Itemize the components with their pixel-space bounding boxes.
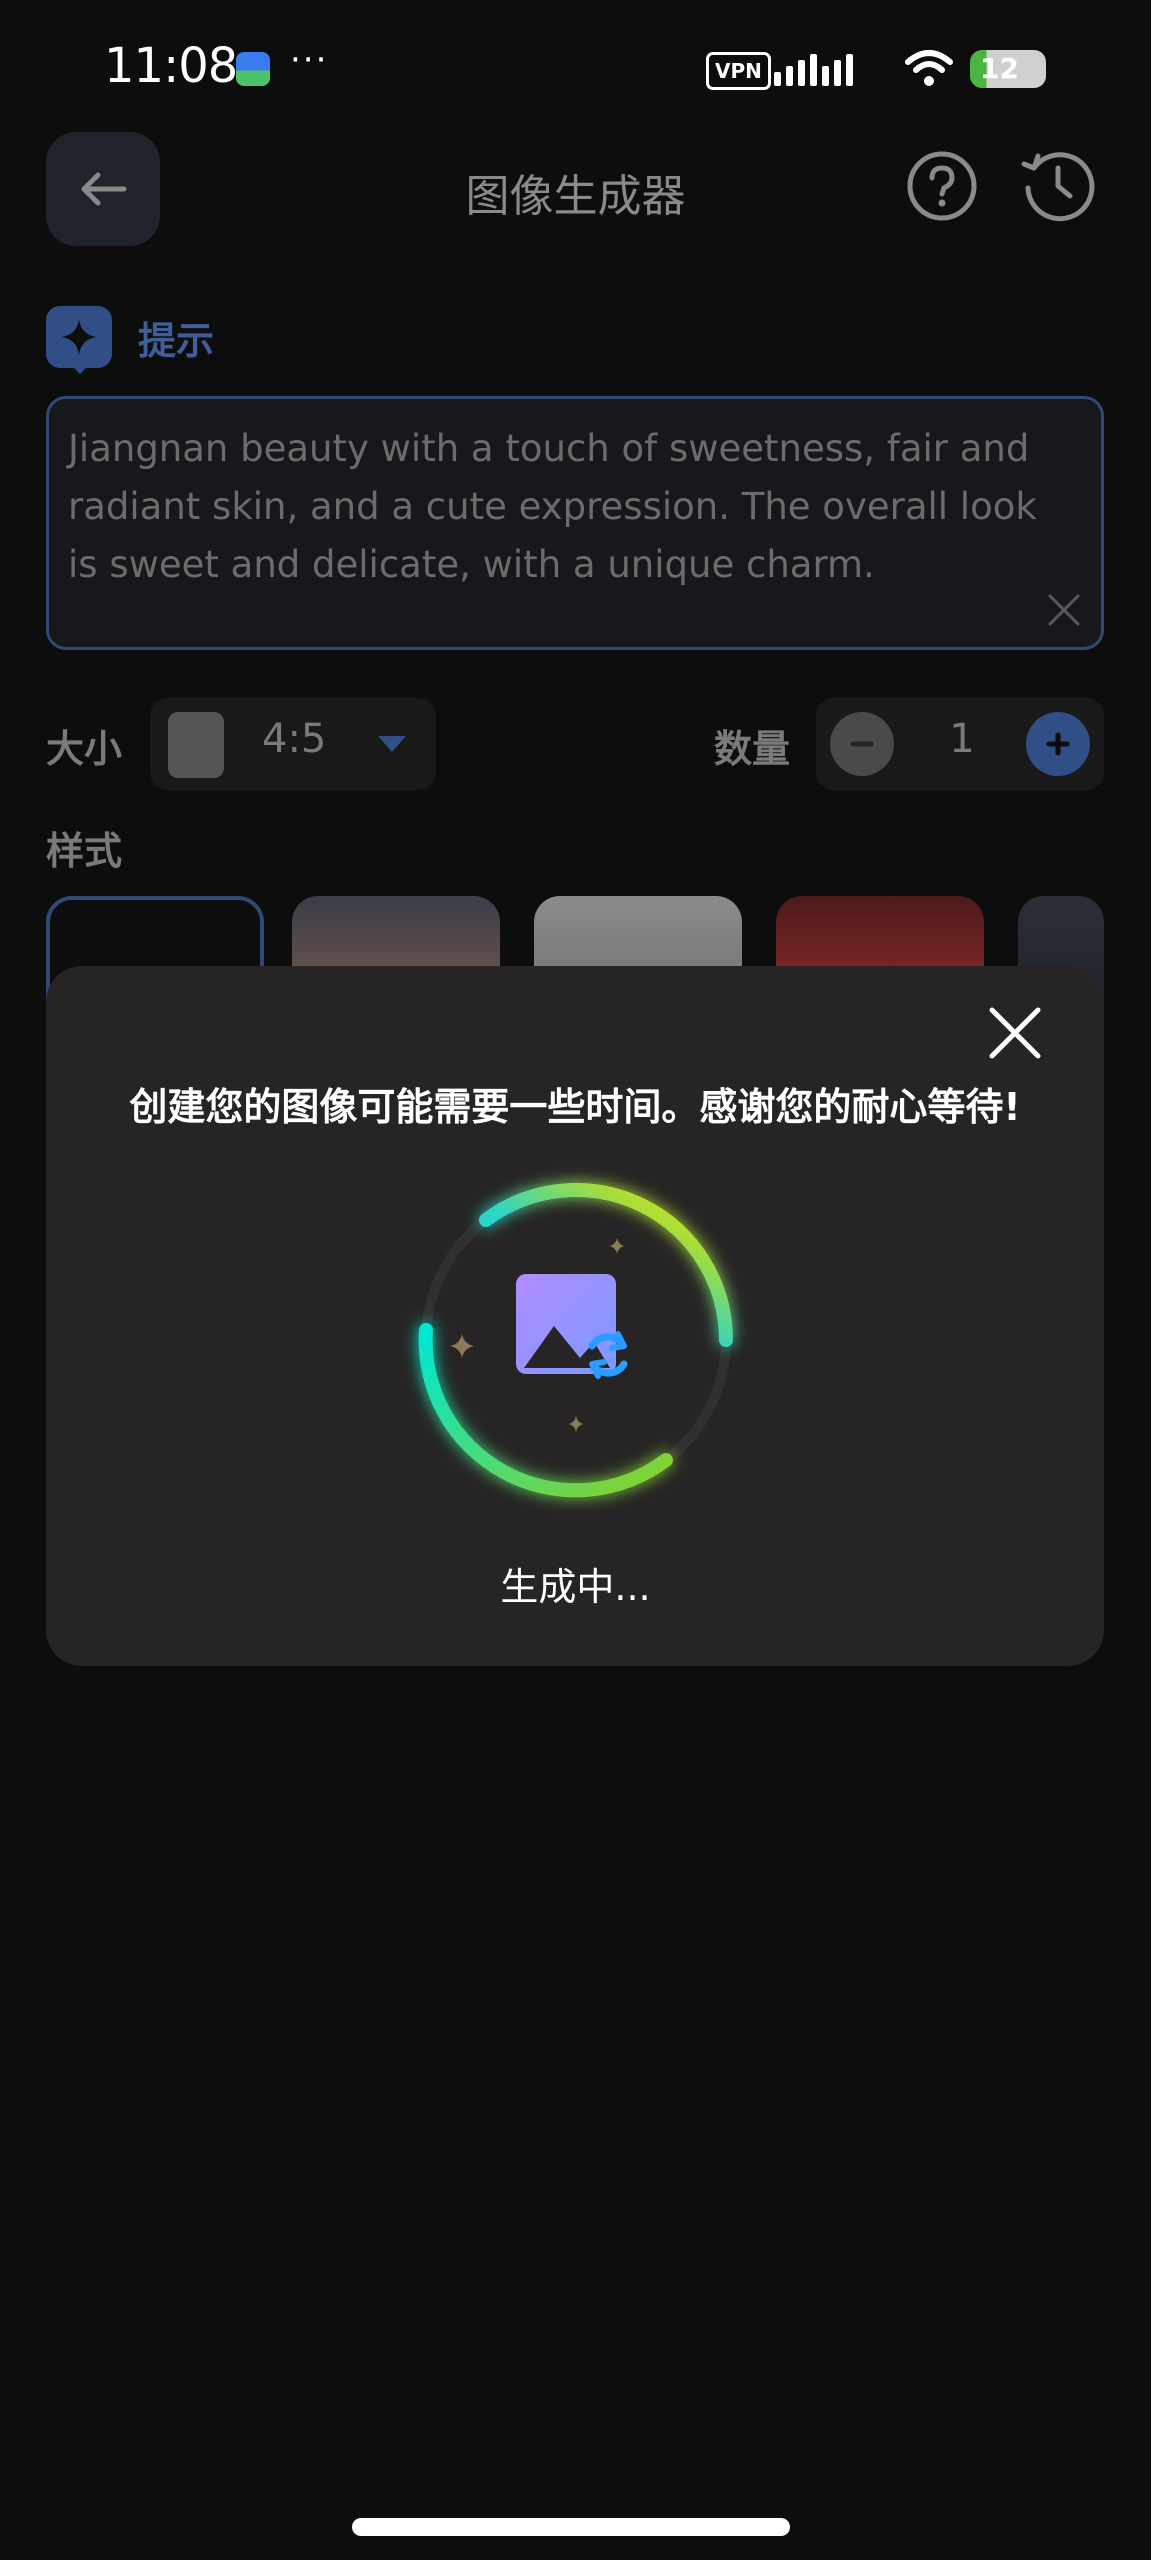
sparkle-icon-tail <box>68 362 92 374</box>
size-value: 4:5 <box>262 716 327 762</box>
quantity-label: 数量 <box>714 727 791 771</box>
sparkle-icon <box>46 306 112 368</box>
prompt-text: Jiangnan beauty with a touch of sweetnes… <box>68 427 1037 586</box>
quantity-increase-button[interactable] <box>1026 712 1090 776</box>
help-icon[interactable] <box>906 150 978 222</box>
size-label: 大小 <box>46 727 123 771</box>
battery-tip <box>1040 62 1046 76</box>
vpn-badge: VPN <box>706 52 771 90</box>
signal-icon <box>774 46 853 86</box>
close-icon[interactable] <box>986 1004 1044 1062</box>
prompt-label: 提示 <box>138 319 215 363</box>
aspect-ratio-swatch <box>168 712 224 778</box>
app-notification-icon <box>236 52 270 86</box>
loading-spinner <box>418 1183 733 1498</box>
quantity-decrease-button[interactable] <box>830 712 894 776</box>
page-title: 图像生成器 <box>465 171 686 222</box>
plus-icon <box>1046 732 1070 756</box>
generating-status: 生成中... <box>500 1565 651 1609</box>
clear-icon[interactable] <box>1044 590 1084 630</box>
style-label: 样式 <box>46 829 123 873</box>
dialog-message: 创建您的图像可能需要一些时间。感谢您的耐心等待! <box>129 1085 1021 1129</box>
wifi-icon <box>905 50 953 86</box>
status-time: 11:08 <box>104 38 238 94</box>
history-icon[interactable] <box>1020 148 1096 224</box>
minus-icon <box>850 741 874 747</box>
quantity-value: 1 <box>949 716 975 762</box>
chevron-down-icon <box>378 736 406 752</box>
more-notifications-icon: ··· <box>290 40 329 80</box>
home-indicator[interactable] <box>352 2518 790 2536</box>
battery-indicator: 12 <box>970 50 1046 88</box>
